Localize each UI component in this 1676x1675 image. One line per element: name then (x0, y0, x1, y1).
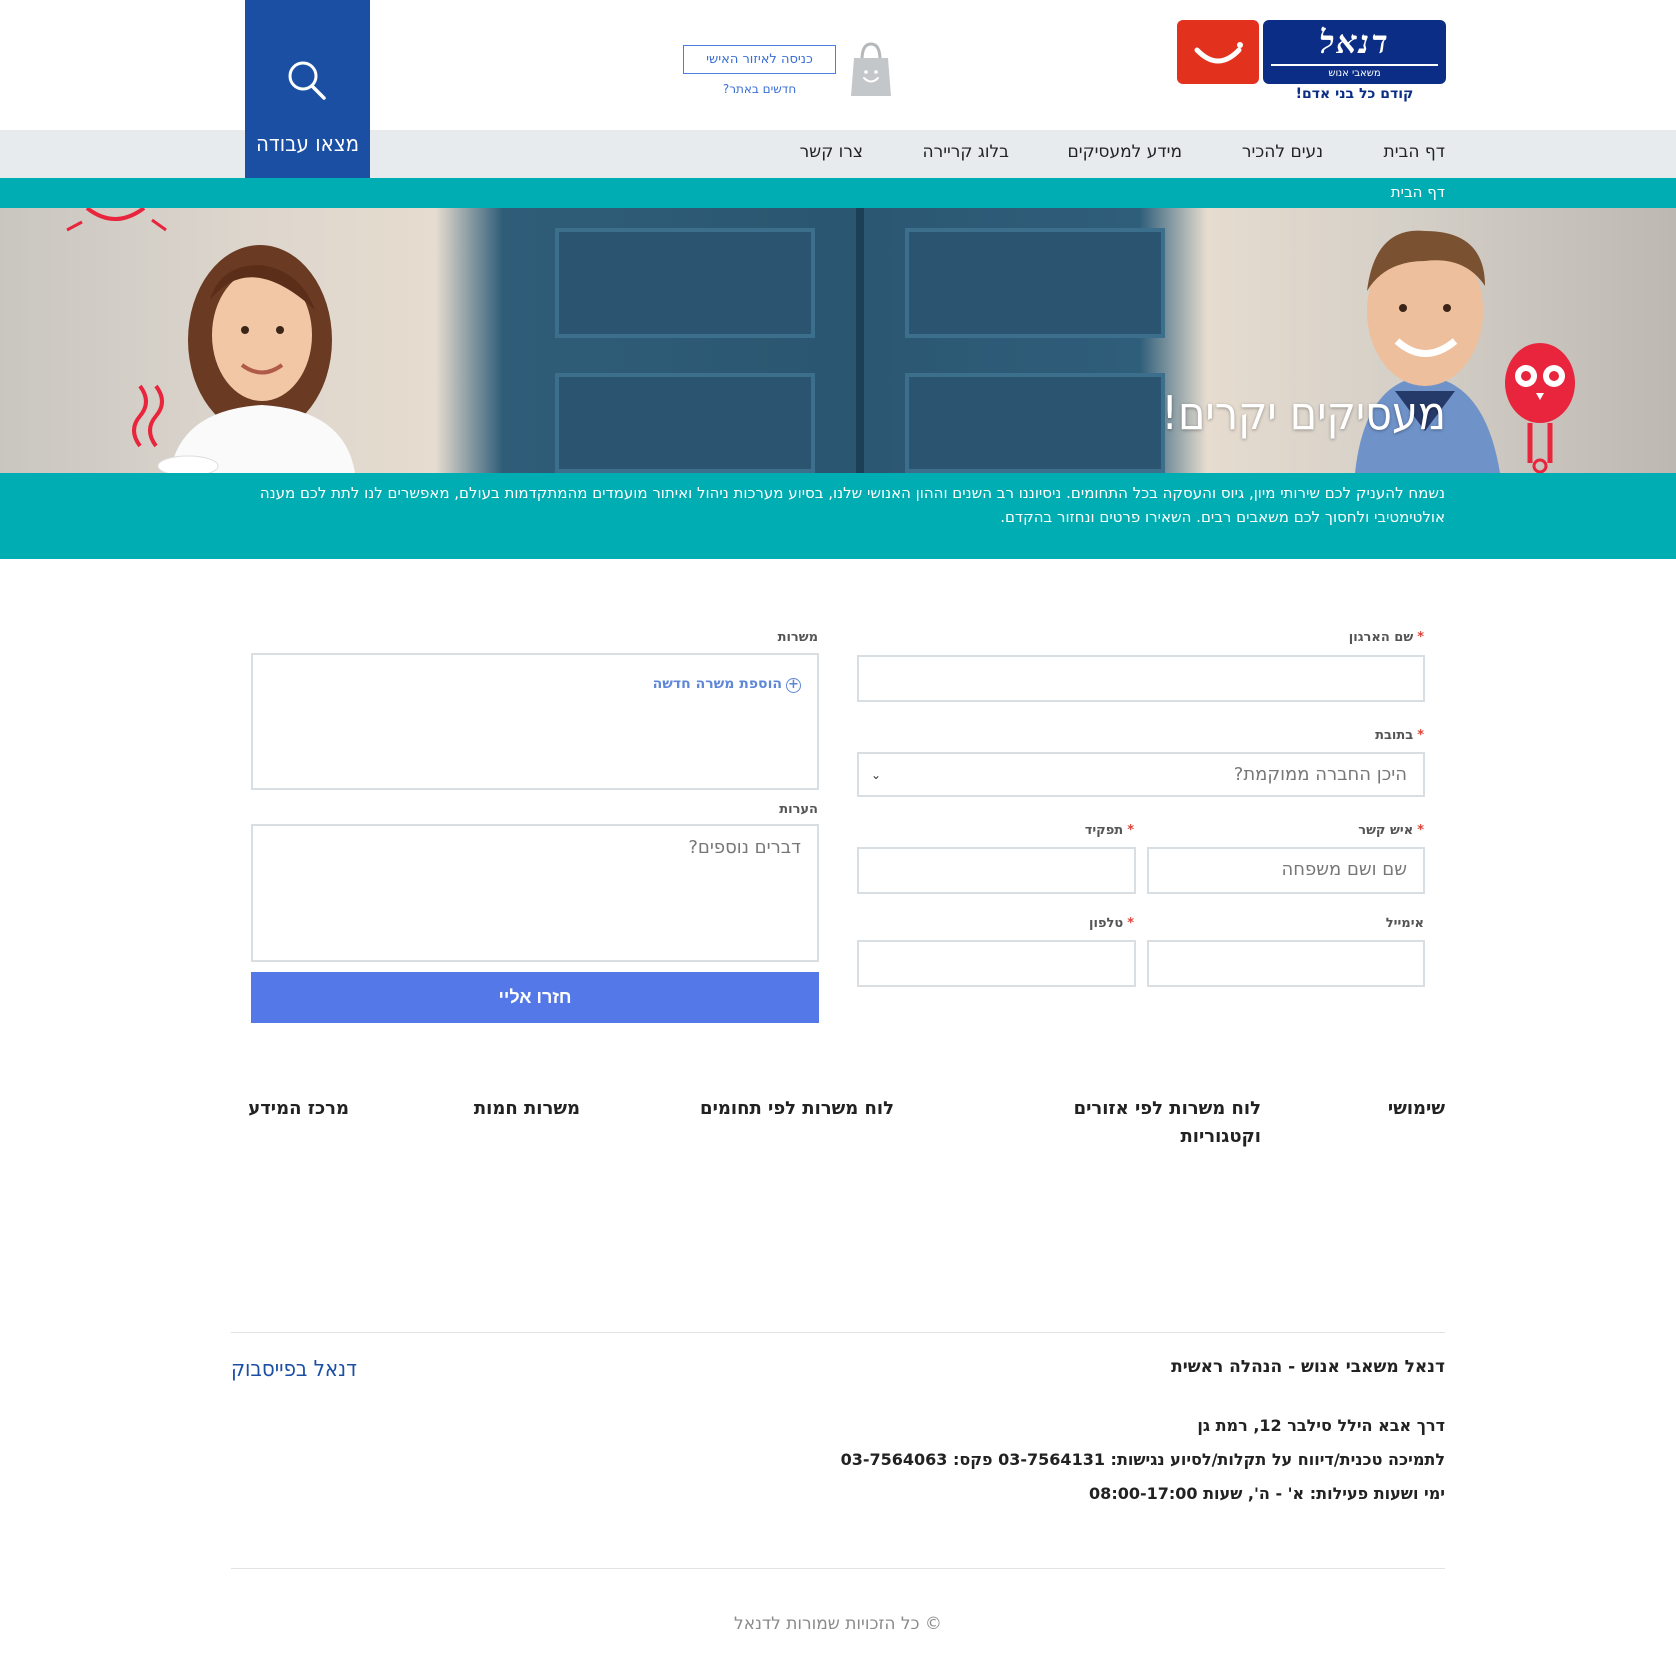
email-label: אימייל (1385, 916, 1424, 931)
breadcrumb-bar: דף הבית (0, 178, 1676, 208)
shopping-bag-icon[interactable] (850, 42, 892, 98)
footer-link-useful[interactable]: שימושי (1325, 1095, 1445, 1123)
brand-logo[interactable]: דנאל משאבי אנוש קודם כל בני אדם! (1177, 20, 1446, 102)
positions-label: משרות (777, 630, 818, 645)
nav-item-employers-info[interactable]: מידע למעסיקים (1067, 142, 1182, 162)
add-position-button[interactable]: +הוספת משרה חדשה (653, 663, 801, 705)
door-panel (555, 228, 815, 338)
role-label: *תפקיד (1084, 823, 1134, 838)
door-panel (555, 373, 815, 473)
logo-name: דנאל (1319, 23, 1390, 61)
org-name-label: *שם הארגון (1348, 630, 1424, 645)
hero-title: מעסיקים יקרים! (1161, 386, 1446, 440)
role-input[interactable] (857, 847, 1136, 894)
footer-divider (231, 1332, 1445, 1333)
footer-title: דנאל משאבי אנוש - הנהלה ראשית (1171, 1357, 1445, 1377)
facebook-link[interactable]: דנאל בפייסבוק (231, 1357, 357, 1382)
footer-link-jobs-by-region[interactable]: לוח משרות לפי אזורים וקטגוריות (1061, 1095, 1261, 1151)
phone-input[interactable] (857, 940, 1136, 987)
breadcrumb-home[interactable]: דף הבית (1391, 183, 1445, 201)
nav-item-about[interactable]: נעים להכיר (1242, 142, 1323, 162)
door-panel (905, 373, 1165, 473)
door-split (856, 208, 864, 473)
positions-box: +הוספת משרה חדשה (251, 653, 819, 790)
contact-placeholder: שם ושם משפחה (1281, 859, 1407, 880)
footer-link-jobs-by-field[interactable]: לוח משרות לפי תחומים (634, 1095, 894, 1123)
footer-link-hot-jobs[interactable]: משרות חמות (420, 1095, 580, 1123)
footer-divider-bottom (231, 1568, 1445, 1569)
notes-placeholder: דברים נוספים? (688, 837, 801, 858)
address-label: *בתובת (1375, 728, 1424, 743)
notes-label: הערות (779, 802, 818, 817)
owl-icon (1505, 343, 1575, 473)
contact-input[interactable]: שם ושם משפחה (1147, 847, 1425, 894)
door-panel (905, 228, 1165, 338)
personal-area-button[interactable]: כניסה לאיזור האישי (683, 45, 836, 74)
org-name-input[interactable] (857, 655, 1425, 702)
footer-link-info-center[interactable]: מרכז המידע (231, 1095, 349, 1123)
address-select[interactable]: היכן החברה ממוקמת? ⌄ (857, 752, 1425, 797)
smile-logo-icon (1177, 20, 1259, 84)
hero-banner: מעסיקים יקרים! (0, 208, 1676, 473)
nav-item-home[interactable]: דף הבית (1384, 142, 1445, 162)
logo-subtitle: משאבי אנוש (1328, 68, 1381, 79)
copyright: © כל הזכויות שמורות לדנאל (734, 1614, 942, 1634)
contact-label: *איש קשר (1358, 823, 1424, 838)
logo-wordmark: דנאל משאבי אנוש (1263, 20, 1446, 84)
nav-item-contact[interactable]: צרו קשר (800, 142, 863, 162)
new-here-link[interactable]: חדשים באתר? (683, 82, 836, 96)
intro-text: נשמח להעניק לכם שירותי מיון, גיוס והעסקה… (259, 484, 1445, 526)
search-icon (288, 61, 326, 100)
intro-strip: נשמח להעניק לכם שירותי מיון, גיוס והעסקה… (0, 473, 1676, 559)
notes-textarea[interactable]: דברים נוספים? (251, 824, 819, 962)
phone-label: *טלפון (1089, 916, 1134, 931)
chevron-down-icon: ⌄ (871, 768, 882, 782)
submit-button[interactable]: חזרו אליי (251, 972, 819, 1023)
address-placeholder: היכן החברה ממוקמת? (1233, 764, 1407, 785)
nav-item-career-blog[interactable]: בלוג קריירה (923, 142, 1010, 162)
plus-circle-icon: + (786, 678, 801, 693)
email-input[interactable] (1147, 940, 1425, 987)
woman-photo (157, 245, 355, 473)
footer-hours: ימי ושעות פעילות: א' - ה', שעות 08:00-17… (1089, 1484, 1445, 1503)
find-job-button[interactable]: מצאו עבודה (245, 0, 370, 178)
footer-support: לתמיכה טכנית/דיווח על תקלות/לסיוע נגישות… (840, 1450, 1445, 1469)
footer-address: דרך אבא הילל סילבר 12, רמת גן (1197, 1416, 1445, 1435)
logo-slogan: קודם כל בני אדם! (1295, 86, 1414, 102)
find-job-label: מצאו עבודה (255, 132, 360, 157)
